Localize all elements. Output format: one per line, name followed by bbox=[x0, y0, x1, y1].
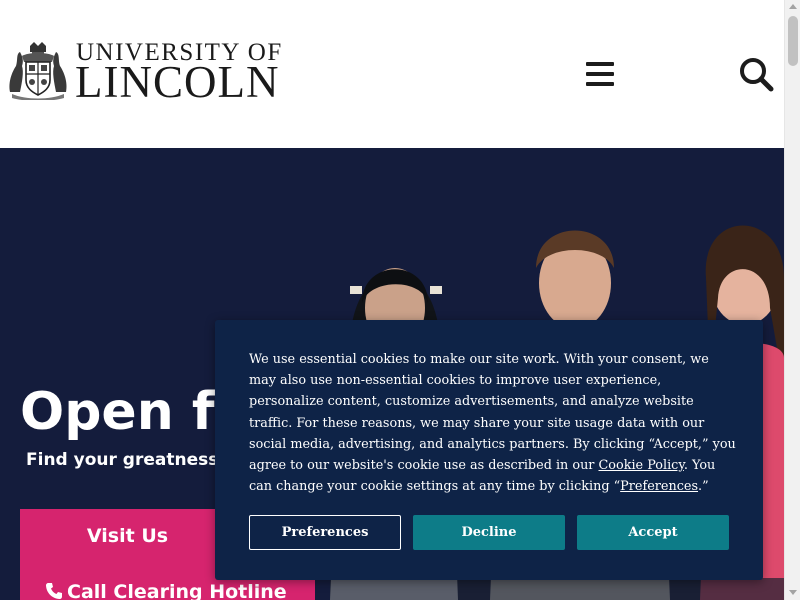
visit-us-link[interactable]: Visit Us bbox=[20, 525, 235, 547]
phone-icon bbox=[46, 583, 62, 599]
decline-button[interactable]: Decline bbox=[413, 515, 565, 550]
cookie-consent-text: We use essential cookies to make our sit… bbox=[249, 349, 737, 497]
scroll-down-arrow-icon[interactable] bbox=[789, 590, 797, 595]
university-crest-icon bbox=[9, 42, 67, 100]
menu-bar bbox=[586, 72, 614, 76]
logo-text-lincoln: LINCOLN bbox=[75, 57, 280, 107]
call-clearing-hotline-link[interactable]: Call Clearing Hotline bbox=[45, 581, 287, 600]
hamburger-menu-icon[interactable] bbox=[586, 60, 616, 88]
university-logo[interactable]: UNIVERSITY OF LINCOLN bbox=[6, 39, 306, 107]
preferences-link[interactable]: Preferences bbox=[620, 479, 698, 494]
preferences-button[interactable]: Preferences bbox=[249, 515, 401, 550]
menu-bar bbox=[586, 82, 614, 86]
cookie-consent-banner: We use essential cookies to make our sit… bbox=[215, 320, 763, 580]
scroll-up-arrow-icon[interactable] bbox=[789, 4, 797, 9]
cookie-text-part-3: .” bbox=[698, 479, 709, 495]
page-scrollbar[interactable] bbox=[784, 0, 800, 600]
site-header: UNIVERSITY OF LINCOLN bbox=[0, 0, 784, 148]
hero-subheading: Find your greatness bbox=[26, 450, 219, 470]
call-clearing-hotline-label: Call Clearing Hotline bbox=[67, 581, 287, 600]
search-icon bbox=[740, 58, 774, 92]
menu-bar bbox=[586, 62, 614, 66]
cookie-policy-link[interactable]: Cookie Policy bbox=[599, 458, 684, 473]
accept-button[interactable]: Accept bbox=[577, 515, 729, 550]
cookie-text-part-1: We use essential cookies to make our sit… bbox=[249, 352, 736, 474]
scrollbar-thumb[interactable] bbox=[788, 16, 798, 66]
search-button[interactable] bbox=[738, 56, 774, 92]
